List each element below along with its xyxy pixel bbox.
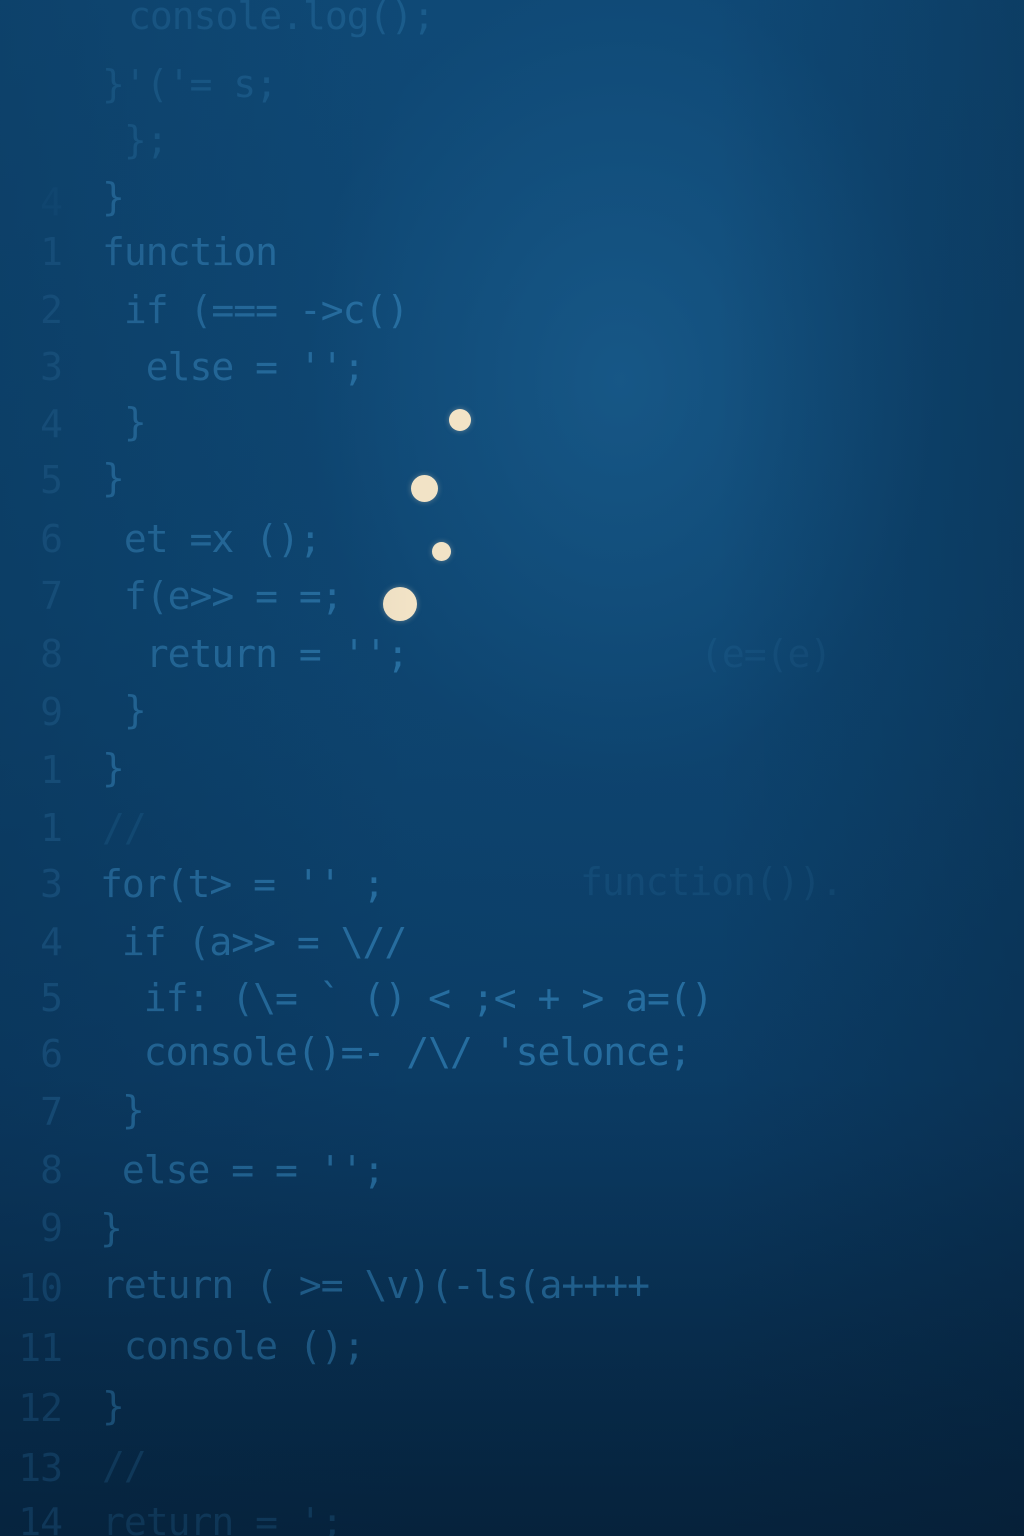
line-number: 1 [40,748,63,792]
code-line: console.log(); [128,0,435,38]
code-line: if (a>> = \// [100,920,407,964]
line-number: 7 [40,574,63,618]
loading-dot [432,542,451,561]
line-number: 5 [40,976,63,1020]
code-line: function [102,230,278,274]
line-number: 4 [40,180,63,224]
code-line: return ( >= \v)(-ls(a++++ [102,1263,650,1307]
line-number: 6 [40,517,63,561]
line-number: 12 [18,1386,63,1430]
code-line: } [102,400,147,444]
line-number: 6 [40,1032,63,1076]
code-line: } [102,175,125,219]
code-line: } [102,746,125,790]
line-number: 4 [40,402,63,446]
line-number: 3 [40,345,63,389]
code-line: } [102,1384,125,1428]
code-line: } [100,1206,123,1250]
line-number: 2 [40,288,63,332]
code-line: } [102,456,125,500]
line-number: 10 [18,1266,63,1310]
code-listing: 4 1 2 3 4 5 6 7 8 9 1 1 3 4 5 6 7 8 9 10… [0,0,1024,1536]
code-line: } [100,1088,145,1132]
code-background-canvas: 4 1 2 3 4 5 6 7 8 9 1 1 3 4 5 6 7 8 9 10… [0,0,1024,1536]
code-line: // [102,1444,147,1488]
loading-dot [411,475,438,502]
line-number: 9 [40,690,63,734]
code-line: else = = ''; [100,1148,386,1192]
line-number: 9 [40,1206,63,1250]
line-number: 14 [18,1500,63,1536]
code-line: return = '; [102,1500,344,1536]
code-line: et =x (); [102,517,322,561]
code-line: for(t> = '' ; [100,862,385,906]
line-number: 11 [18,1326,63,1370]
line-number: 13 [18,1446,63,1490]
line-number: 8 [40,632,63,676]
loading-dot [449,409,471,431]
code-line: } [102,688,147,732]
line-number: 7 [40,1090,63,1134]
code-line: console()=- /\/ 'selonce; [100,1030,692,1074]
line-number: 4 [40,920,63,964]
code-line: return = ''; [102,632,410,676]
line-number: 1 [40,230,63,274]
code-line: }; [102,118,169,162]
code-line: else = ''; [102,345,366,389]
code-line: f(e>> = =; [102,574,344,618]
line-number: 3 [40,862,63,906]
code-line: // [102,806,147,850]
ghost-code-text: (e=(e) [700,632,832,676]
ghost-code-text: function()). [580,860,844,904]
code-line: if (=== ->c() [102,288,409,332]
loading-dot [383,587,417,621]
code-line: console (); [102,1324,366,1368]
line-number: 8 [40,1148,63,1192]
line-number: 1 [40,806,63,850]
line-number: 5 [40,458,63,502]
code-line: }'('= s; [102,62,278,106]
code-line: if: (\= ` () < ;< + > a=() [100,976,714,1020]
